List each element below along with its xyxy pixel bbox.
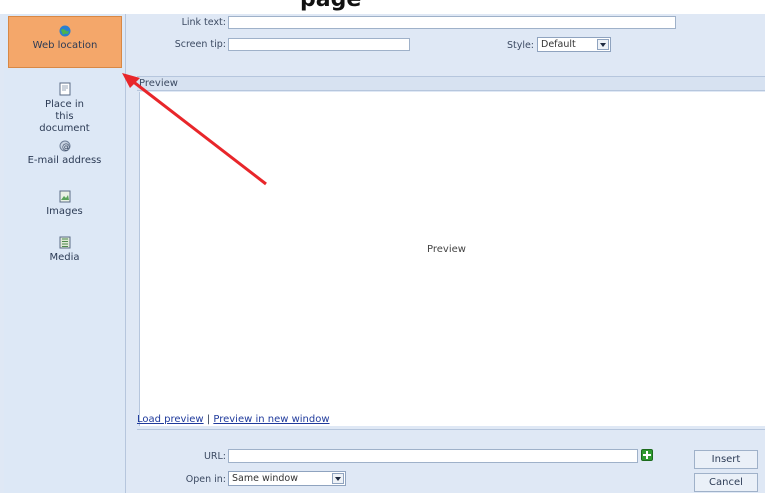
sidebar-item-label: Web location xyxy=(32,40,98,51)
divider xyxy=(137,429,765,430)
link-type-sidebar: Web location Place in this document @ E-… xyxy=(4,14,126,493)
chevron-down-icon[interactable] xyxy=(332,473,344,484)
open-in-select-value: Same window xyxy=(232,473,299,484)
page-heading-text: page xyxy=(300,0,361,12)
url-label: URL: xyxy=(203,451,226,462)
link-text-label: Link text: xyxy=(181,17,226,28)
sidebar-item-label: E-mail address xyxy=(27,155,102,166)
page-heading-cropped: page xyxy=(0,0,765,14)
sidebar-item-images[interactable]: Images xyxy=(4,190,125,218)
email-icon: @ xyxy=(59,140,70,152)
style-select-value: Default xyxy=(541,39,576,50)
chevron-down-icon[interactable] xyxy=(597,39,609,50)
document-icon xyxy=(59,82,70,96)
sidebar-item-place-in-document[interactable]: Place in this document xyxy=(4,82,125,135)
sidebar-item-media[interactable]: Media xyxy=(4,236,125,264)
insert-button[interactable]: Insert xyxy=(694,450,758,469)
globe-icon xyxy=(59,25,71,37)
sidebar-item-label: Place in this document xyxy=(39,99,90,134)
sidebar-item-label: Images xyxy=(46,206,83,217)
sidebar-item-email-address[interactable]: @ E-mail address xyxy=(4,140,125,167)
open-in-label: Open in: xyxy=(185,474,226,485)
sidebar-item-web-location[interactable]: Web location xyxy=(8,16,122,68)
open-in-select[interactable]: Same window xyxy=(228,471,346,486)
sidebar-item-label: Media xyxy=(49,252,80,263)
link-text-input[interactable] xyxy=(228,16,676,29)
preview-pane: Preview xyxy=(139,92,765,426)
url-input[interactable] xyxy=(228,449,638,463)
preview-links: Load preview | Preview in new window xyxy=(137,414,330,425)
media-icon xyxy=(59,236,70,249)
load-preview-link[interactable]: Load preview xyxy=(137,414,204,425)
link-separator: | xyxy=(206,414,211,425)
image-icon xyxy=(59,190,70,203)
preview-new-window-link[interactable]: Preview in new window xyxy=(213,414,329,425)
style-label: Style: xyxy=(506,40,534,51)
screen-tip-input[interactable] xyxy=(228,38,410,51)
svg-text:@: @ xyxy=(62,142,70,151)
preview-placeholder: Preview xyxy=(427,244,466,255)
insert-link-dialog: Web location Place in this document @ E-… xyxy=(0,14,765,493)
cancel-button[interactable]: Cancel xyxy=(694,473,758,492)
screen-tip-label: Screen tip: xyxy=(174,39,226,50)
style-select[interactable]: Default xyxy=(537,37,611,52)
add-url-icon[interactable] xyxy=(641,449,653,461)
preview-header: Preview xyxy=(137,76,765,91)
